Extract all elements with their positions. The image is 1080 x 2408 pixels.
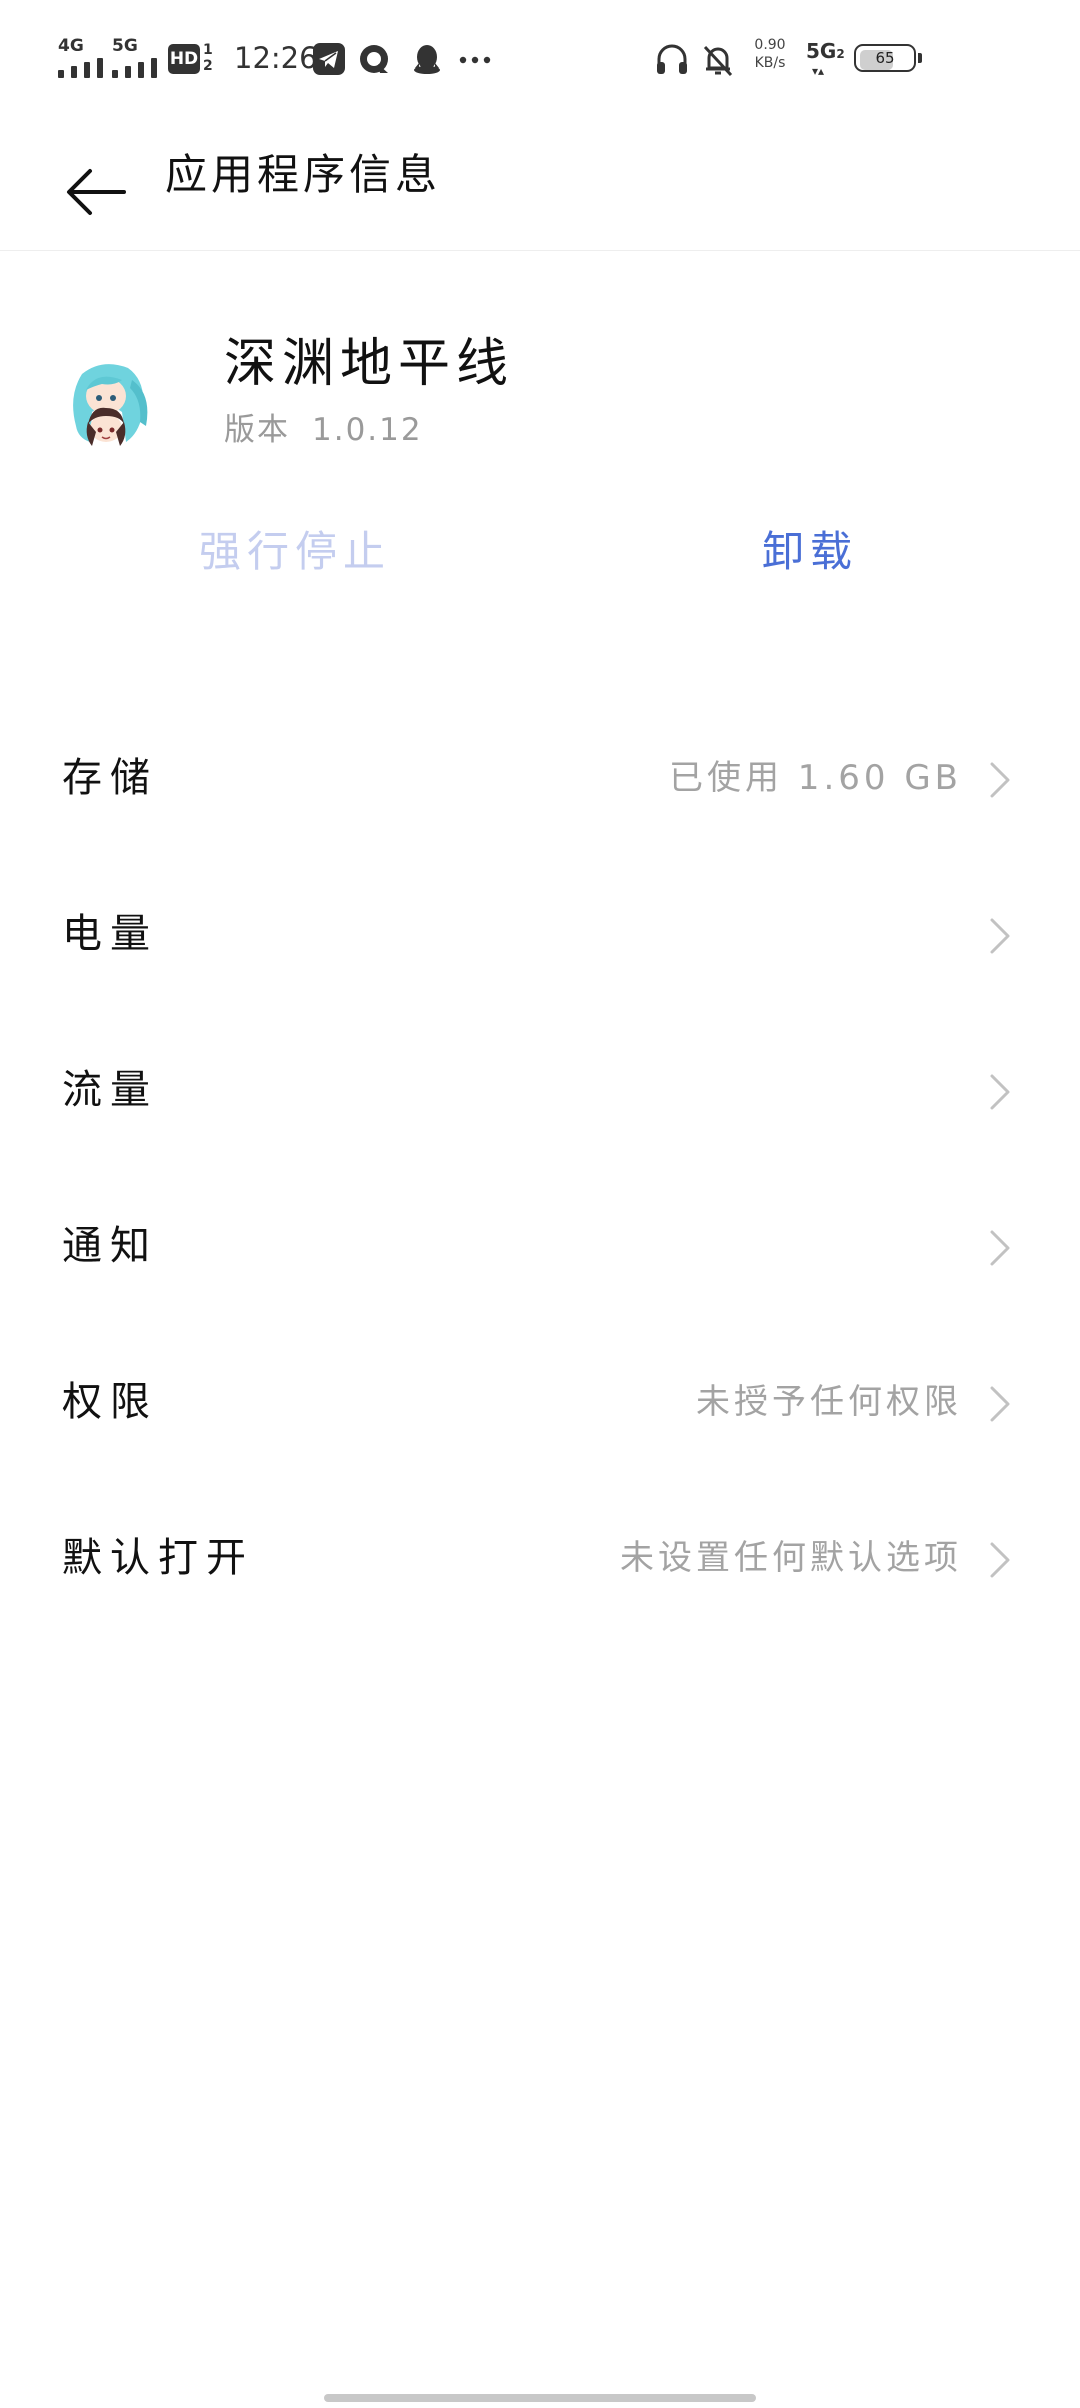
quark-browser-icon: [358, 42, 392, 76]
data-network-type: 5G: [806, 39, 837, 63]
row-label: 存储: [62, 755, 158, 801]
chevron-right-icon: [990, 1074, 1010, 1110]
hd-sim-fraction: 1 2: [203, 42, 213, 74]
chevron-right-icon: [990, 1230, 1010, 1266]
storage-row[interactable]: 存储 已使用 1.60 GB: [0, 700, 1080, 856]
sim2-network-type: 5G: [112, 36, 138, 56]
hd-fraction-bottom: 2: [203, 58, 213, 74]
chevron-right-icon: [990, 918, 1010, 954]
chevron-right-icon: [990, 762, 1010, 798]
notifications-row[interactable]: 通知: [0, 1168, 1080, 1324]
bell-muted-icon: [700, 42, 734, 77]
row-label: 通知: [62, 1223, 158, 1269]
qq-icon: [410, 42, 444, 76]
hd-badge: HD: [168, 44, 200, 74]
app-icon: [62, 356, 156, 450]
app-name: 深渊地平线: [224, 334, 515, 394]
battery-indicator: 65: [854, 44, 924, 76]
battery-level: 65: [875, 49, 895, 67]
data-network-indicator: 5G2 ▾▴: [806, 40, 846, 80]
sim1-signal: 4G: [58, 38, 114, 78]
back-button[interactable]: [56, 152, 136, 232]
top-app-bar: 应用程序信息: [0, 120, 1080, 251]
more-dots-icon: [456, 42, 491, 76]
row-value: 未授予任何权限: [696, 1382, 962, 1422]
sim1-network-type: 4G: [58, 36, 84, 56]
sim2-signal: 5G: [112, 38, 168, 78]
network-speed-value: 0.90: [754, 37, 786, 53]
chevron-right-icon: [990, 1386, 1010, 1422]
row-value: 已使用 1.60 GB: [669, 758, 962, 798]
row-label: 电量: [62, 911, 158, 957]
signal-bars-icon: [58, 58, 114, 78]
open-by-default-row[interactable]: 默认打开 未设置任何默认选项: [0, 1480, 1080, 1636]
headphones-icon: [654, 42, 688, 76]
battery-usage-row[interactable]: 电量: [0, 856, 1080, 1012]
uninstall-button[interactable]: 卸载: [700, 512, 920, 592]
hd-fraction-top: 1: [203, 42, 213, 58]
version-value: 1.0.12: [312, 412, 423, 448]
network-speed-unit: KB/s: [754, 55, 786, 71]
signal-bars-icon: [112, 58, 168, 78]
arrow-left-icon: [67, 169, 126, 215]
data-usage-row[interactable]: 流量: [0, 1012, 1080, 1168]
home-gesture-bar[interactable]: [324, 2394, 756, 2402]
app-info-screen: 4G 5G HD 1 2 12:26 0.90 KB/s 5G2 ▾▴ 65 应…: [0, 0, 1080, 2408]
app-settings-list: 存储 已使用 1.60 GB 电量 流量 通知 权限 未授予任何权限 默认打开 …: [0, 700, 1080, 1636]
battery-cap: [918, 53, 922, 63]
row-label: 流量: [62, 1067, 158, 1113]
row-value: 未设置任何默认选项: [620, 1538, 962, 1578]
app-version: 版本 1.0.12: [224, 408, 423, 452]
chevron-right-icon: [990, 1542, 1010, 1578]
data-activity-arrows-icon: ▾▴: [812, 64, 825, 78]
permissions-row[interactable]: 权限 未授予任何权限: [0, 1324, 1080, 1480]
status-clock: 12:26: [234, 41, 318, 75]
row-label: 权限: [62, 1379, 158, 1425]
hd-voice-indicator: HD 1 2: [168, 42, 216, 76]
data-network-sub: 2: [836, 47, 845, 61]
page-title: 应用程序信息: [165, 150, 442, 199]
version-label: 版本: [224, 412, 290, 448]
network-speed: 0.90 KB/s: [748, 36, 792, 72]
telegram-icon: [312, 42, 346, 76]
status-bar: 4G 5G HD 1 2 12:26 0.90 KB/s 5G2 ▾▴ 65: [0, 0, 1080, 120]
force-stop-button[interactable]: 强行停止: [130, 512, 460, 592]
row-label: 默认打开: [62, 1535, 254, 1581]
